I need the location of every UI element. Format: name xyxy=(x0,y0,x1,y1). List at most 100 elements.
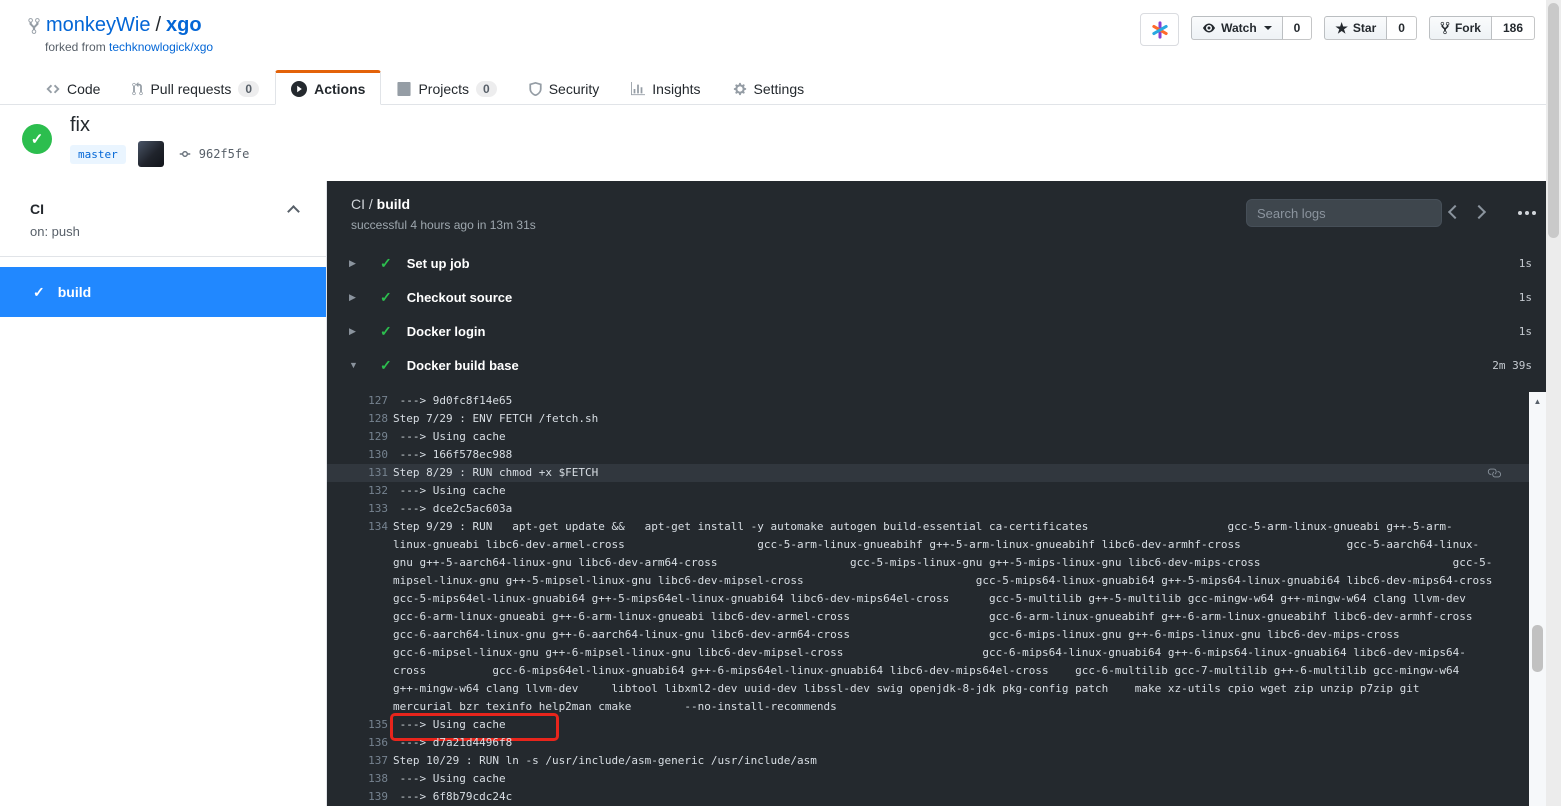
step-row[interactable]: ▶ ▼ ✓ Docker login 1s xyxy=(327,314,1546,348)
log-line[interactable]: 133 ---> dce2c5ac603a xyxy=(327,500,1529,518)
log-line-number[interactable] xyxy=(327,572,388,590)
log-line-text: Step 9/29 : RUN apt-get update && apt-ge… xyxy=(388,518,1453,536)
tab-actions[interactable]: Actions xyxy=(275,70,381,105)
log-line[interactable]: gcc-6-arm-linux-gnueabi g++-6-arm-linux-… xyxy=(327,608,1529,626)
log-line-number[interactable] xyxy=(327,590,388,608)
log-line-number[interactable] xyxy=(327,626,388,644)
step-name: Set up job xyxy=(407,256,470,271)
fork-source-link[interactable]: techknowlogick/xgo xyxy=(109,40,213,54)
step-row[interactable]: ▶ ▼ ✓ Checkout source 1s xyxy=(327,280,1546,314)
log-line-text: gcc-6-aarch64-linux-gnu g++-6-aarch64-li… xyxy=(388,626,1400,644)
log-line[interactable]: 129 ---> Using cache xyxy=(327,428,1529,446)
log-line[interactable]: 127 ---> 9d0fc8f14e65 xyxy=(327,392,1529,410)
log-line-text: ---> dce2c5ac603a xyxy=(388,500,512,518)
log-line[interactable]: g++-mingw-w64 clang llvm-dev libtool lib… xyxy=(327,680,1529,698)
log-line-number[interactable] xyxy=(327,698,388,716)
page-scrollbar[interactable] xyxy=(1546,0,1561,806)
log-line-number[interactable] xyxy=(327,536,388,554)
log-line-number[interactable]: 134 xyxy=(327,518,388,536)
log-line-number[interactable] xyxy=(327,680,388,698)
log-line[interactable]: 136 ---> d7a21d4496f8 xyxy=(327,734,1529,752)
log-line-number[interactable]: 130 xyxy=(327,446,388,464)
sidebar-job-build[interactable]: ✓ build xyxy=(0,267,326,317)
log-line[interactable]: 135 ---> Using cache xyxy=(327,716,1529,734)
breadcrumb-workflow: CI / xyxy=(351,196,373,212)
expand-triangle-icon[interactable]: ▶ xyxy=(349,326,367,337)
log-line[interactable]: gcc-6-aarch64-linux-gnu g++-6-aarch64-li… xyxy=(327,626,1529,644)
log-line-number[interactable]: 127 xyxy=(327,392,388,410)
watch-button[interactable]: Watch xyxy=(1191,16,1283,40)
branch-badge[interactable]: master xyxy=(70,145,126,164)
log-line[interactable]: 131 Step 8/29 : RUN chmod +x $FETCH xyxy=(327,464,1529,482)
log-line[interactable]: 132 ---> Using cache xyxy=(327,482,1529,500)
tab-security[interactable]: Security xyxy=(513,70,616,105)
log-line[interactable]: 139 ---> 6f8b79cdc24c xyxy=(327,788,1529,806)
log-line[interactable]: 137 Step 10/29 : RUN ln -s /usr/include/… xyxy=(327,752,1529,770)
log-line-number[interactable]: 131 xyxy=(327,464,388,482)
kebab-menu-icon[interactable] xyxy=(1518,211,1522,215)
search-logs-input[interactable] xyxy=(1246,199,1442,227)
scroll-up-arrow-icon[interactable]: ▲ xyxy=(1529,392,1546,406)
expand-triangle-icon[interactable]: ▶ xyxy=(349,292,367,303)
log-line[interactable]: linux-gnueabi libc6-dev-armel-cross gcc-… xyxy=(327,536,1529,554)
log-line-number[interactable] xyxy=(327,662,388,680)
tab-settings[interactable]: Settings xyxy=(717,70,821,105)
tab-pull-requests[interactable]: Pull requests 0 xyxy=(116,70,275,105)
fork-count[interactable]: 186 xyxy=(1492,16,1535,40)
workflow-sidebar: CI on: push ✓ build xyxy=(0,181,327,806)
log-line-number[interactable]: 132 xyxy=(327,482,388,500)
avatar[interactable] xyxy=(138,141,164,167)
log-line[interactable]: mipsel-linux-gnu g++-5-mipsel-linux-gnu … xyxy=(327,572,1529,590)
log-line[interactable]: 130 ---> 166f578ec988 xyxy=(327,446,1529,464)
log-line-number[interactable] xyxy=(327,554,388,572)
shield-icon xyxy=(529,82,542,96)
step-row[interactable]: ▶ ▼ ✓ Docker build base 2m 39s xyxy=(327,348,1546,382)
log-line[interactable]: cross gcc-6-mips64el-linux-gnuabi64 g++-… xyxy=(327,662,1529,680)
log-line-number[interactable]: 139 xyxy=(327,788,388,806)
log-line-text: linux-gnueabi libc6-dev-armel-cross gcc-… xyxy=(388,536,1479,554)
job-success-check-icon: ✓ xyxy=(33,284,45,301)
log-scrollbar-thumb[interactable] xyxy=(1532,625,1543,672)
log-line[interactable]: gcc-6-mipsel-linux-gnu g++-6-mipsel-linu… xyxy=(327,644,1529,662)
commit-sha-link[interactable]: 962f5fe xyxy=(199,147,250,161)
expand-triangle-icon[interactable]: ▶ xyxy=(349,258,367,269)
log-line-text: ---> Using cache xyxy=(388,770,506,788)
log-line[interactable]: 138 ---> Using cache xyxy=(327,770,1529,788)
step-name: Docker build base xyxy=(407,358,519,373)
step-row[interactable]: ▶ ▼ ✓ Set up job 1s xyxy=(327,246,1546,280)
log-line-text: Step 7/29 : ENV FETCH /fetch.sh xyxy=(388,410,598,428)
code-icon xyxy=(46,82,60,96)
log-line-text: Step 10/29 : RUN ln -s /usr/include/asm-… xyxy=(388,752,817,770)
log-line-number[interactable]: 136 xyxy=(327,734,388,752)
log-line-number[interactable]: 128 xyxy=(327,410,388,428)
log-line-number[interactable]: 138 xyxy=(327,770,388,788)
repo-owner-link[interactable]: monkeyWie xyxy=(46,14,150,37)
collapse-triangle-icon[interactable]: ▼ xyxy=(349,360,367,370)
workflow-section-header[interactable]: CI on: push xyxy=(0,181,326,257)
log-line-number[interactable]: 129 xyxy=(327,428,388,446)
repo-name-link[interactable]: xgo xyxy=(166,14,202,37)
log-line[interactable]: gcc-5-mips64el-linux-gnuabi64 g++-5-mips… xyxy=(327,590,1529,608)
log-line-number[interactable]: 135 xyxy=(327,716,388,734)
log-line-text: ---> Using cache xyxy=(388,482,506,500)
extension-button[interactable] xyxy=(1140,13,1179,46)
star-icon: ★ xyxy=(1335,22,1348,34)
log-line-number[interactable] xyxy=(327,608,388,626)
log-line-number[interactable]: 133 xyxy=(327,500,388,518)
tab-code[interactable]: Code xyxy=(30,70,116,105)
page-scrollbar-thumb[interactable] xyxy=(1548,3,1559,238)
watch-count[interactable]: 0 xyxy=(1283,16,1313,40)
log-output: 127 ---> 9d0fc8f14e65 128 Step 7/29 : EN… xyxy=(327,392,1529,806)
log-line-number[interactable] xyxy=(327,644,388,662)
log-line[interactable]: gnu g++-5-aarch64-linux-gnu libc6-dev-ar… xyxy=(327,554,1529,572)
fork-button[interactable]: Fork xyxy=(1429,16,1492,40)
star-count[interactable]: 0 xyxy=(1387,16,1417,40)
tab-insights[interactable]: Insights xyxy=(615,70,716,105)
log-line[interactable]: 134 Step 9/29 : RUN apt-get update && ap… xyxy=(327,518,1529,536)
link-icon[interactable] xyxy=(1487,466,1501,480)
log-line-number[interactable]: 137 xyxy=(327,752,388,770)
tab-projects[interactable]: Projects 0 xyxy=(381,70,512,105)
log-scrollbar[interactable]: ▲ xyxy=(1529,392,1546,806)
star-button[interactable]: ★ Star xyxy=(1324,16,1387,40)
log-line[interactable]: 128 Step 7/29 : ENV FETCH /fetch.sh xyxy=(327,410,1529,428)
